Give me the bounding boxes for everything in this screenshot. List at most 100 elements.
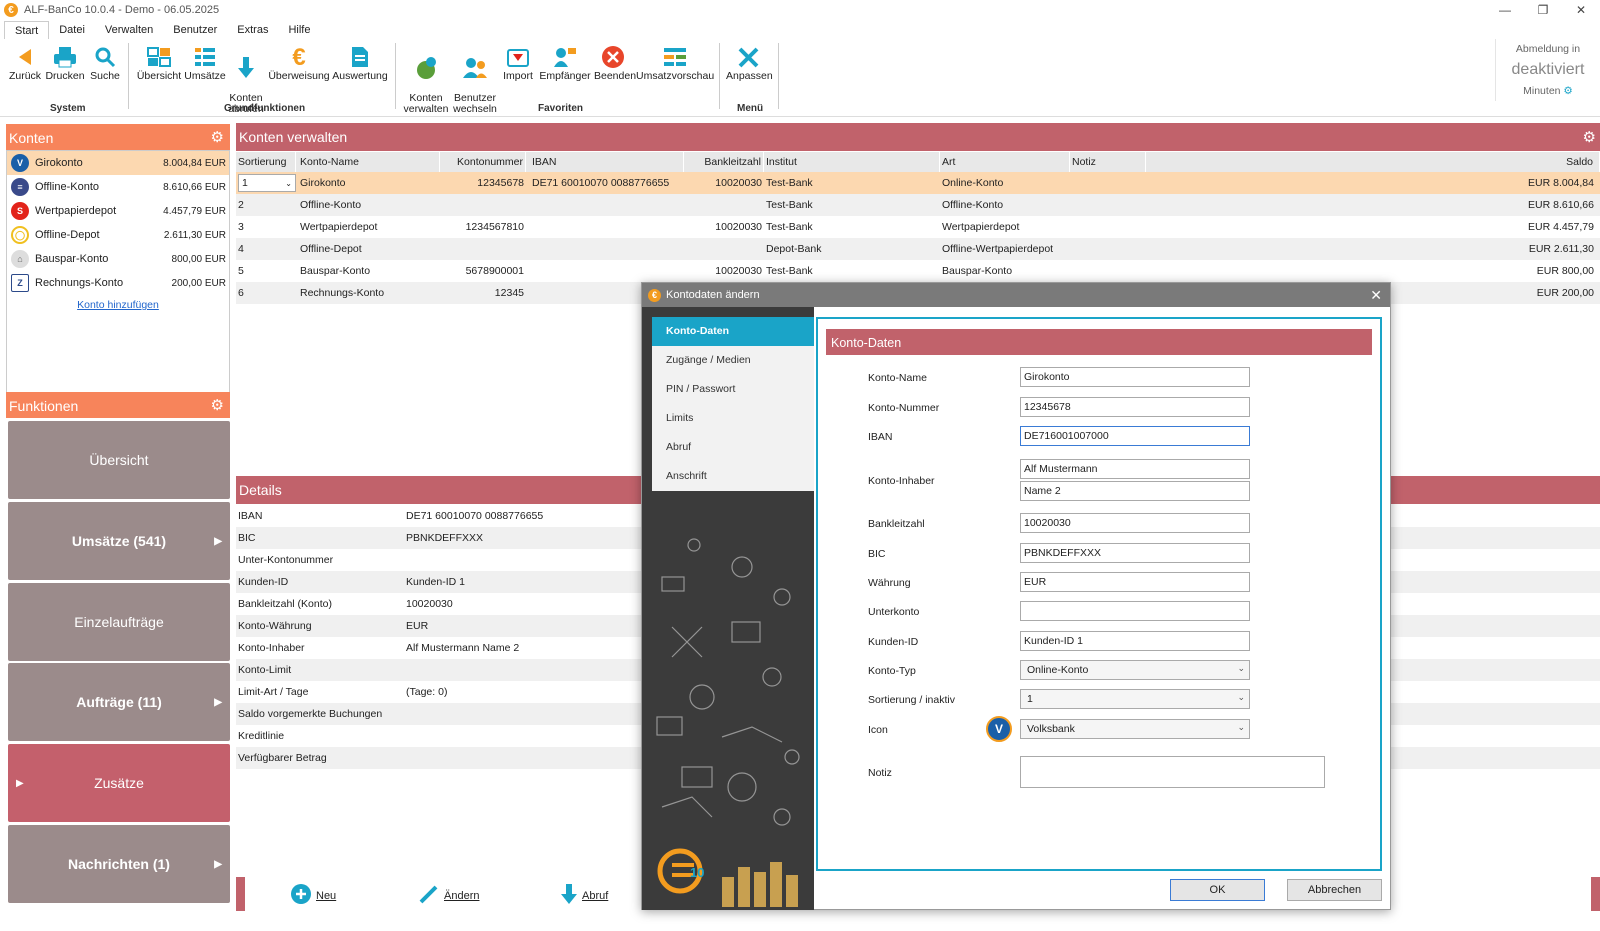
bic-field[interactable]: PBNKDEFFXXX [1020, 543, 1250, 563]
col-header[interactable]: Kontonummer [440, 152, 526, 172]
drucken-button[interactable]: Drucken [45, 43, 85, 82]
konto-item-offline-konto[interactable]: ≡ Offline-Konto 8.610,66 EUR [7, 175, 229, 199]
menu-datei[interactable]: Datei [49, 21, 95, 39]
konto-name-field[interactable]: Girokonto [1020, 367, 1250, 387]
sort-select[interactable]: 1 ⌄ [238, 174, 296, 192]
sortierung-select[interactable]: 1 ⌄ [1020, 689, 1250, 709]
triangle-right-icon: ▶ [214, 696, 222, 708]
table-row[interactable]: 5 Bauspar-Konto 5678900001 10020030 Test… [236, 260, 1600, 282]
page-title: Konten verwalten [239, 129, 348, 145]
ueberweisung-button[interactable]: € Überweisung [268, 43, 330, 82]
close-window-button[interactable]: ✕ [1562, 0, 1600, 20]
cell: EUR 8.610,66 [1528, 199, 1594, 211]
menu-benutzer[interactable]: Benutzer [163, 21, 227, 39]
func-auftraege-button[interactable]: Aufträge (11) ▶ [8, 663, 230, 741]
konto-inhaber-field-2[interactable]: Name 2 [1020, 481, 1250, 501]
table-row[interactable]: 4 Offline-Depot Depot-Bank Offline-Wertp… [236, 238, 1600, 260]
table-row[interactable]: 3 Wertpapierdepot 1234567810 10020030 Te… [236, 216, 1600, 238]
restore-button[interactable]: ❐ [1524, 0, 1562, 20]
icon-select[interactable]: Volksbank ⌄ [1020, 719, 1250, 739]
func-umsaetze-button[interactable]: Umsätze (541) ▶ [8, 502, 230, 580]
aendern-button[interactable]: Ändern [418, 883, 479, 908]
col-header[interactable]: Saldo [1146, 152, 1600, 172]
money-bag-icon [402, 54, 450, 82]
col-header[interactable]: IBAN [526, 152, 684, 172]
volksbank-icon: V [11, 154, 29, 172]
logout-label: Abmeldung in [1515, 43, 1581, 55]
auto-logout-status: Abmeldung in deaktiviert Minuten ⚙ [1495, 39, 1600, 101]
konto-typ-select[interactable]: Online-Konto ⌄ [1020, 660, 1250, 680]
auswertung-button[interactable]: Auswertung [332, 43, 388, 82]
func-einzelauftraege-button[interactable]: Einzelaufträge [8, 583, 230, 661]
konten-title: Konten [9, 130, 54, 146]
suche-button[interactable]: Suche [88, 43, 122, 82]
col-header[interactable]: Konto-Name [296, 152, 440, 172]
konto-item-wertpapierdepot[interactable]: S Wertpapierdepot 4.457,79 EUR [7, 199, 229, 223]
nav-pin-passwort[interactable]: PIN / Passwort [652, 375, 814, 404]
waehrung-field[interactable]: EUR [1020, 572, 1250, 592]
kunden-id-field[interactable]: Kunden-ID 1 [1020, 631, 1250, 651]
minimize-button[interactable]: — [1486, 0, 1524, 20]
gear-icon[interactable]: ⚙ [211, 128, 224, 146]
col-header[interactable]: Notiz [1070, 152, 1146, 172]
empfaenger-button[interactable]: Empfänger [538, 43, 592, 82]
gear-icon[interactable]: ⚙ [1583, 128, 1596, 146]
umsaetze-button[interactable]: Umsätze [184, 43, 226, 82]
neu-button[interactable]: Neu [290, 883, 336, 908]
func-uebersicht-button[interactable]: Übersicht [8, 421, 230, 499]
app-logo-icon: € [648, 288, 661, 302]
nav-abruf[interactable]: Abruf [652, 433, 814, 462]
cell: 6 [238, 287, 244, 299]
konto-item-offline-depot[interactable]: ◯ Offline-Depot 2.611,30 EUR [7, 223, 229, 247]
col-header[interactable]: Bankleitzahl [684, 152, 764, 172]
menu-extras[interactable]: Extras [227, 21, 278, 39]
cell: 12345678 [477, 177, 524, 189]
benutzer-wechseln-button[interactable]: Benutzer wechseln [452, 43, 498, 126]
cancel-button[interactable]: Abbrechen [1287, 879, 1382, 901]
konten-verwalten-button[interactable]: Konten verwalten [402, 43, 450, 126]
chalkboard-illustration: 10 [642, 527, 814, 910]
menu-start[interactable]: Start [4, 21, 50, 39]
func-nachrichten-button[interactable]: Nachrichten (1) ▶ [8, 825, 230, 903]
nav-zugaenge-medien[interactable]: Zugänge / Medien [652, 346, 814, 375]
notiz-field[interactable] [1020, 756, 1325, 788]
nav-anschrift[interactable]: Anschrift [652, 462, 814, 491]
abruf-button[interactable]: Abruf [560, 883, 608, 908]
nav-konto-daten[interactable]: Konto-Daten [652, 317, 814, 346]
cell: 12345 [494, 287, 524, 299]
uebersicht-button[interactable]: Übersicht [136, 43, 182, 82]
col-header[interactable]: Sortierung [236, 152, 296, 172]
iban-field[interactable]: DE716001007000 [1020, 426, 1250, 446]
zurueck-button[interactable]: Zurück [8, 43, 42, 82]
close-icon[interactable]: ✕ [1370, 287, 1382, 304]
konto-item-bauspar-konto[interactable]: ⌂ Bauspar-Konto 800,00 EUR [7, 247, 229, 271]
col-header[interactable]: Art [940, 152, 1070, 172]
konto-item-girokonto[interactable]: V Girokonto 8.004,84 EUR [7, 151, 229, 175]
table-row[interactable]: 2 Offline-Konto Test-Bank Offline-Konto … [236, 194, 1600, 216]
konto-inhaber-field-1[interactable]: Alf Mustermann [1020, 459, 1250, 479]
menu-verwalten[interactable]: Verwalten [95, 21, 163, 39]
func-zusaetze-button[interactable]: ▶ Zusätze [8, 744, 230, 822]
cell: Offline-Wertpapierdepot [942, 243, 1054, 255]
anpassen-button[interactable]: Anpassen [726, 43, 773, 82]
import-button[interactable]: Import [500, 43, 536, 82]
beenden-button[interactable]: Beenden [594, 43, 636, 82]
umsatzvorschau-button[interactable]: Umsatzvorschau [636, 43, 714, 82]
menu-hilfe[interactable]: Hilfe [278, 21, 320, 39]
func-label: Umsätze (541) [71, 533, 167, 549]
table-row[interactable]: 1 ⌄ Girokonto 12345678 DE71 60010070 0088… [236, 172, 1600, 194]
cell: Offline-Konto [942, 199, 1004, 211]
add-konto-link[interactable]: Konto hinzufügen [7, 299, 229, 311]
ok-button[interactable]: OK [1170, 879, 1265, 901]
nav-limits[interactable]: Limits [652, 404, 814, 433]
menu-bar: Start Datei Verwalten Benutzer Extras Hi… [0, 21, 320, 39]
konto-item-rechnungs-konto[interactable]: Z Rechnungs-Konto 200,00 EUR [7, 271, 229, 295]
konto-nummer-field[interactable]: 12345678 [1020, 397, 1250, 417]
cell: Online-Konto [942, 177, 1004, 189]
col-header[interactable]: Institut [764, 152, 940, 172]
unterkonto-field[interactable] [1020, 601, 1250, 621]
konto-name: Bauspar-Konto [35, 253, 109, 265]
bankleitzahl-field[interactable]: 10020030 [1020, 513, 1250, 533]
gear-icon[interactable]: ⚙ [1563, 85, 1572, 97]
gear-icon[interactable]: ⚙ [211, 396, 224, 414]
